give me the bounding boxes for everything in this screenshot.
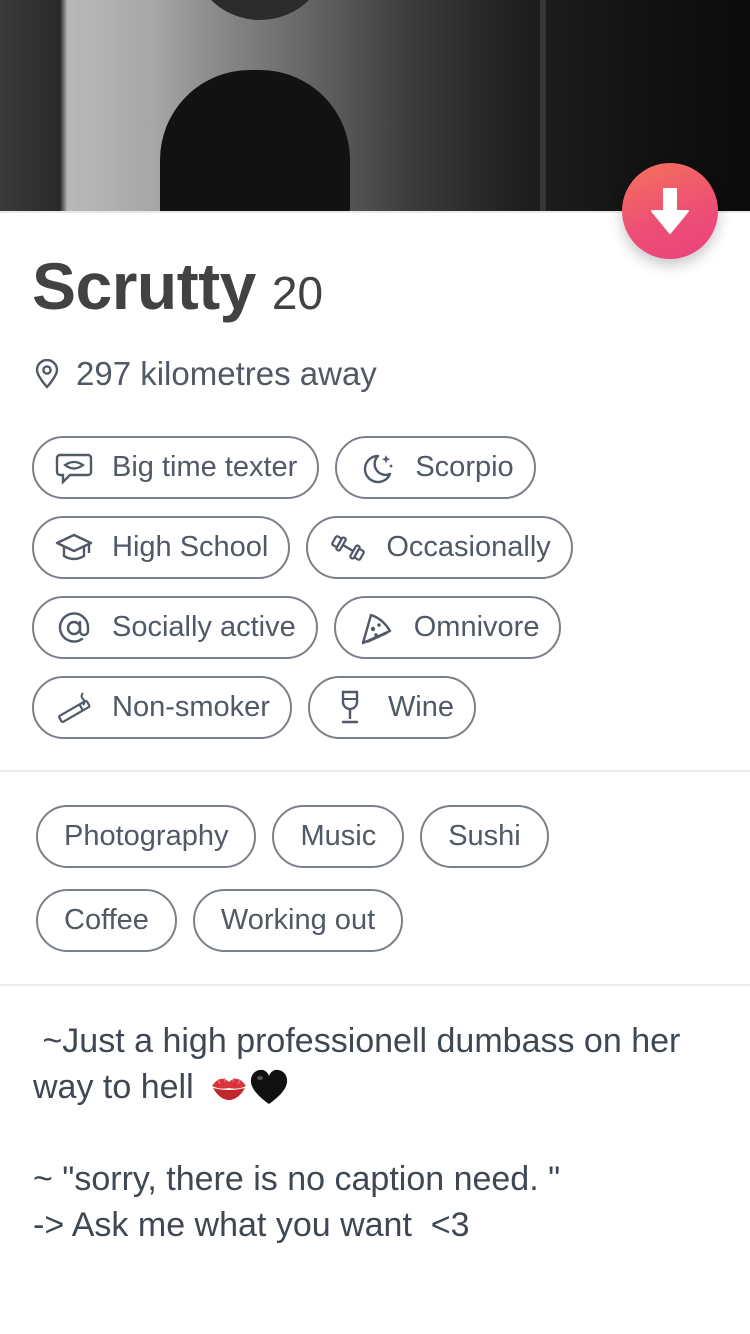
chip-social-media[interactable]: Socially active bbox=[32, 596, 318, 659]
interest-chip[interactable]: Sushi bbox=[420, 805, 549, 868]
distance-row: 297 kilometres away bbox=[34, 352, 377, 396]
chip-label: High School bbox=[112, 531, 269, 563]
basics-chips: Socially active Omnivore bbox=[32, 596, 732, 659]
pizza-slice-icon bbox=[356, 608, 396, 648]
chip-education[interactable]: High School bbox=[32, 516, 291, 579]
interests-chips: Photography Music Sushi bbox=[36, 805, 736, 868]
collapse-profile-button[interactable] bbox=[622, 163, 718, 259]
interest-chip[interactable]: Photography bbox=[36, 805, 257, 868]
chip-label: Wine bbox=[387, 691, 455, 723]
chip-label: Big time texter bbox=[112, 451, 298, 483]
chip-label: Occasionally bbox=[386, 531, 551, 563]
bio-section: ~Just a high professionell dumbass on he… bbox=[33, 1018, 723, 1248]
photo-shape bbox=[190, 0, 330, 20]
bio-line: ~Just a high professionell dumbass on he… bbox=[33, 1018, 723, 1110]
section-divider bbox=[0, 770, 750, 772]
name-row: Scrutty 20 bbox=[32, 248, 323, 328]
chip-label: Non-smoker bbox=[112, 691, 270, 723]
kiss-mark-emoji bbox=[212, 1077, 247, 1100]
distance-text: 297 kilometres away bbox=[76, 355, 377, 392]
chip-drinking[interactable]: Wine bbox=[307, 676, 477, 739]
dumbbell-icon bbox=[328, 528, 368, 568]
bio-text: ~Just a high professionell dumbass on he… bbox=[33, 1022, 690, 1106]
wine-glass-icon bbox=[330, 688, 370, 728]
chip-zodiac[interactable]: Scorpio bbox=[335, 436, 536, 499]
photo-shape bbox=[160, 70, 350, 211]
chip-label: Socially active bbox=[112, 611, 296, 643]
chip-workout[interactable]: Occasionally bbox=[306, 516, 573, 579]
chat-bubble-icon bbox=[54, 448, 94, 488]
at-sign-icon bbox=[54, 608, 94, 648]
interests-chips: Coffee Working out bbox=[36, 889, 736, 952]
basics-chips: High School Occasionally bbox=[32, 516, 732, 579]
bio-line: ~ "sorry, there is no caption need. " bbox=[33, 1160, 561, 1198]
profile-name: Scrutty bbox=[32, 249, 256, 323]
interest-chip[interactable]: Music bbox=[272, 805, 405, 868]
black-heart-emoji bbox=[250, 1069, 288, 1104]
chip-label: Omnivore bbox=[413, 611, 540, 643]
profile-age: 20 bbox=[271, 267, 324, 319]
moon-stars-icon bbox=[357, 448, 397, 488]
basics-chips: Non-smoker Wine bbox=[32, 676, 732, 739]
chip-smoking[interactable]: Non-smoker bbox=[32, 676, 292, 739]
bio-line: -> Ask me what you want <3 bbox=[33, 1206, 470, 1244]
basics-chips: Big time texter Scorpio bbox=[32, 436, 732, 499]
arrow-down-icon bbox=[651, 188, 689, 234]
chip-communication[interactable]: Big time texter bbox=[32, 436, 320, 499]
interest-chip[interactable]: Coffee bbox=[36, 889, 177, 952]
bio-line bbox=[33, 1110, 723, 1156]
section-divider bbox=[0, 984, 750, 986]
cigarette-icon bbox=[54, 688, 94, 728]
interest-chip[interactable]: Working out bbox=[192, 889, 404, 952]
location-pin-icon bbox=[35, 359, 59, 389]
graduation-cap-icon bbox=[54, 528, 94, 568]
chip-diet[interactable]: Omnivore bbox=[333, 596, 562, 659]
chip-label: Scorpio bbox=[415, 451, 514, 483]
